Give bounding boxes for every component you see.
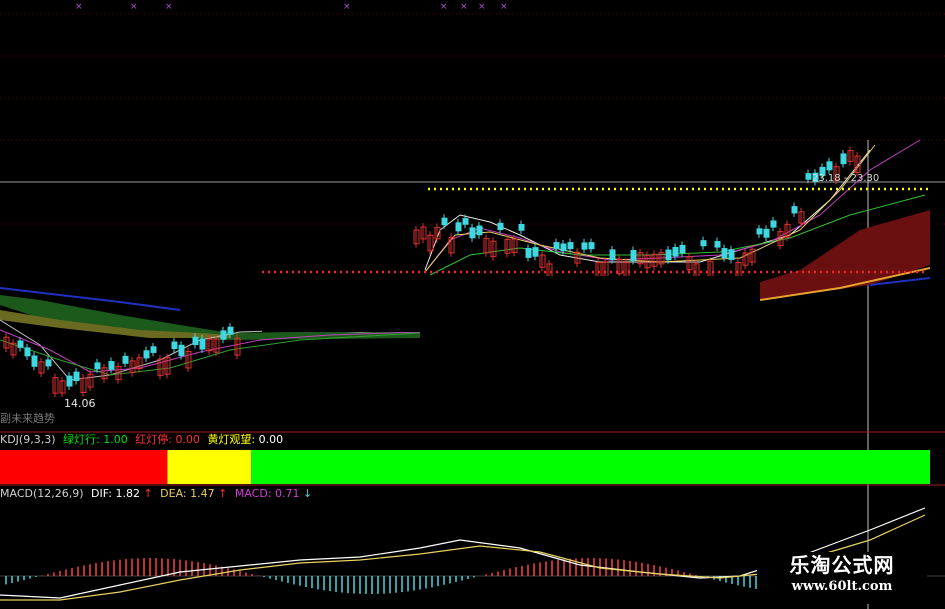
candle-body bbox=[462, 218, 469, 225]
macd-value: 0.71 bbox=[275, 487, 300, 500]
candle-body bbox=[588, 242, 595, 250]
candle-body bbox=[122, 355, 129, 364]
top-marker: × bbox=[75, 2, 83, 12]
candle-body bbox=[560, 243, 567, 252]
yellow-light-label: 黄灯观望: bbox=[207, 433, 256, 446]
masked-region bbox=[426, 276, 760, 304]
macd-label: MACD: bbox=[234, 487, 272, 500]
candle-body bbox=[679, 244, 686, 254]
candle-body bbox=[567, 242, 574, 250]
signal-segment-yellow bbox=[167, 450, 252, 484]
green-light-label: 绿灯行: bbox=[63, 433, 100, 446]
watermark-title: 乐淘公式网 bbox=[789, 553, 895, 577]
watermark-url: www.60lt.com bbox=[791, 579, 893, 594]
candle-body bbox=[840, 153, 847, 165]
candle-body bbox=[476, 225, 483, 236]
macd-legend: MACD(12,26,9) DIF: 1.82 ↑ DEA: 1.47 ↑ MA… bbox=[0, 487, 312, 500]
top-marker: × bbox=[130, 2, 138, 12]
top-marker: × bbox=[500, 2, 508, 12]
kdj-legend: KDJ(9,3,3) 绿灯行: 1.00 红灯停: 0.00 黄灯观望: 0.0… bbox=[0, 433, 283, 446]
candle-body bbox=[714, 241, 721, 248]
red-light-value: 0.00 bbox=[175, 433, 200, 446]
dif-arrow-icon: ↑ bbox=[143, 487, 153, 500]
candle-body bbox=[721, 248, 728, 259]
candle-body bbox=[728, 249, 735, 260]
candle-body bbox=[630, 249, 637, 261]
candle-body bbox=[192, 336, 199, 346]
top-marker: × bbox=[478, 2, 486, 12]
top-marker: × bbox=[460, 2, 468, 12]
candle-body bbox=[178, 344, 185, 357]
candle-body bbox=[143, 350, 150, 359]
green-light-value: 1.00 bbox=[103, 433, 128, 446]
candle-body bbox=[73, 371, 80, 382]
candle-body bbox=[441, 217, 448, 226]
candle-body bbox=[455, 222, 462, 232]
candle-body bbox=[469, 227, 476, 239]
signal-segment-red bbox=[0, 450, 168, 484]
candle-body bbox=[497, 222, 504, 231]
panel-caption: 副未来趋势 bbox=[0, 412, 55, 425]
candle-body bbox=[171, 341, 178, 350]
candle-body bbox=[770, 220, 777, 228]
dea-arrow-icon: ↑ bbox=[218, 487, 228, 500]
candle-body bbox=[672, 246, 679, 257]
yellow-light-value: 0.00 bbox=[258, 433, 284, 446]
macd-indicator-name: MACD(12,26,9) bbox=[0, 487, 84, 500]
candle-body bbox=[45, 359, 52, 367]
candle-body bbox=[609, 249, 616, 261]
watermark: 乐淘公式网 www.60lt.com bbox=[757, 552, 927, 604]
candle-body bbox=[108, 361, 115, 370]
dea-label: DEA: bbox=[160, 487, 187, 500]
candle-body bbox=[199, 338, 206, 350]
candle-body bbox=[150, 346, 157, 353]
candle-body bbox=[24, 347, 31, 357]
top-marker: × bbox=[343, 2, 351, 12]
candle-body bbox=[220, 330, 227, 340]
candle-body bbox=[518, 223, 525, 231]
candle-body bbox=[805, 173, 812, 180]
candle-body bbox=[31, 355, 38, 367]
chart-canvas: × × × × × × × × bbox=[0, 2, 945, 609]
candle-body bbox=[581, 242, 588, 250]
kdj-indicator-name: KDJ(9,3,3) bbox=[0, 433, 56, 446]
candle-body bbox=[66, 375, 73, 387]
candle-body bbox=[227, 326, 234, 335]
dea-value: 1.47 bbox=[190, 487, 215, 500]
candle-body bbox=[532, 247, 539, 257]
low-price-label: 14.06 bbox=[64, 397, 96, 410]
candle-body bbox=[17, 340, 24, 348]
candle-body bbox=[525, 247, 532, 258]
stock-chart-window: { "colors": { "background": "#000000", "… bbox=[0, 0, 945, 609]
signal-segment-green bbox=[251, 450, 931, 484]
masked-region bbox=[262, 276, 426, 332]
dif-value: 1.82 bbox=[115, 487, 140, 500]
candle-body bbox=[756, 228, 763, 235]
resistance-range-label: 23.18 - 23.30 bbox=[812, 173, 880, 184]
candle-body bbox=[700, 240, 707, 247]
red-light-label: 红灯停: bbox=[135, 433, 172, 446]
candle-body bbox=[763, 228, 770, 238]
dif-label: DIF: bbox=[91, 487, 112, 500]
candle-body bbox=[553, 242, 560, 250]
candle-body bbox=[791, 206, 798, 214]
top-marker: × bbox=[440, 2, 448, 12]
macd-arrow-icon: ↓ bbox=[303, 487, 313, 500]
candle-body bbox=[94, 362, 101, 370]
top-marker: × bbox=[165, 2, 173, 12]
candle-body bbox=[665, 249, 672, 261]
candle-body bbox=[826, 161, 833, 171]
